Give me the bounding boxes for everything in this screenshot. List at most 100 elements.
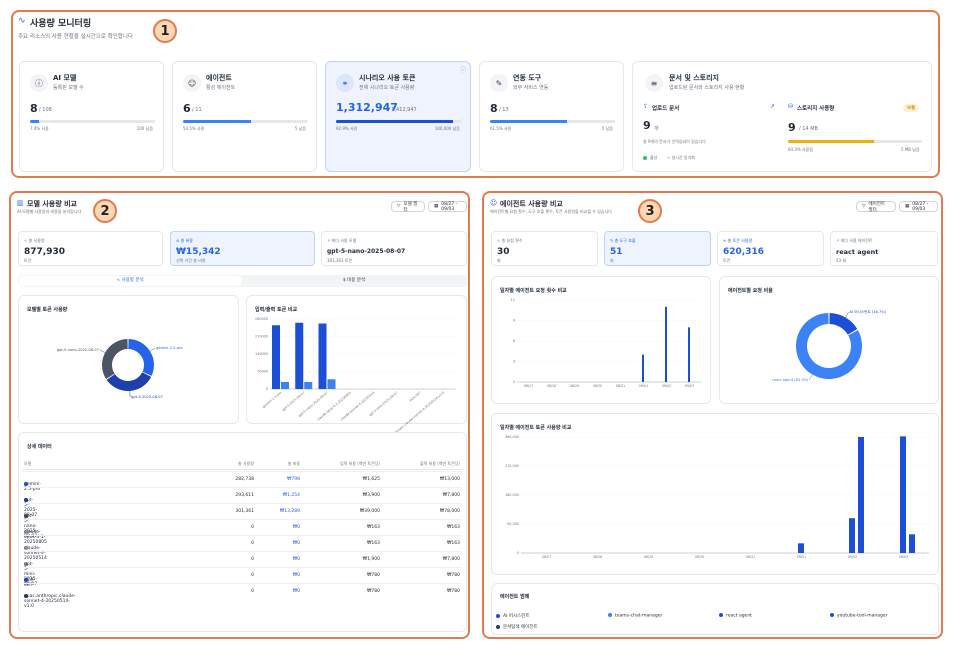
stat-label: ↗ 최다 사용 모델 [327,238,357,243]
cell-output-cost: ₩780 [446,589,460,594]
storage-left: 64.3% 사용됨 [788,147,814,152]
cell-input-cost: ₩163 [366,525,380,530]
usage-bar [183,120,308,123]
table-row[interactable]: apac.anthropic.claude-sonnet-4-20250514-… [22,583,462,609]
x-tick: 09/01 [797,555,806,559]
bot-icon: ☺ [183,74,201,92]
trend-icon: ↗ [770,103,776,110]
stat-unit: 토큰 [723,258,731,263]
storage-right: 5 MB 남음 [901,147,920,152]
calendar-icon: ▦ [434,204,439,209]
x-tick: 09/03 [899,555,908,559]
cell-input-cost: ₩3,900 [362,493,380,498]
card-title: AI 모델 [53,74,77,82]
summary-card-scenario-tokens[interactable]: ⚭ ⓘ 시나리오 사용 토큰 전체 시나리오 토큰 사용량 1,312,947 … [325,61,471,172]
x-tick: 08/30 [695,555,704,559]
y-tick: 0 [513,380,515,384]
table-row[interactable]: HCX-007 0 ₩0 ₩780 ₩780 [22,567,462,588]
legend-title: 에이전트 범례 [500,594,530,600]
legend-item[interactable]: react agent [719,613,752,619]
x-tick: 08/30 [593,384,602,388]
x-tick: 09/03 [685,384,694,388]
summary-card-agent[interactable]: ☺ 에이전트 활성 에이전트 6 / 11 54.5% 사용 5 남음 [172,61,317,172]
cell-cost: ₩0 [292,557,300,562]
usage-bar [490,120,615,123]
legend-item[interactable]: AI 어시스턴트 [496,613,530,619]
card-subtitle: 외부 서비스 연동 [513,85,549,91]
x-tick: HCX-007 [409,391,422,403]
cell-cost: ₩798 [286,477,300,482]
table-row[interactable]: claude-sonnet-4-20250514 0 ₩0 ₩163 ₩163 [22,535,462,561]
y-tick: 360,000 [505,435,519,439]
summary-card-tools[interactable]: ✎ 연동 도구 외부 서비스 연동 8 / 13 61.5% 사용 5 남음 [479,61,624,172]
table-row[interactable]: gemini-2.5-pro 282,738 ₩798 ₩1,625 ₩13,0… [22,471,462,492]
card-total: / 1,412,947 [388,107,417,113]
model-donut-chart: gemini-2.5-pro gpt-5-2025-08-07 gpt-5-nano… [57,339,183,399]
x-tick: 08/28 [593,555,602,559]
upload-value: 9 [643,119,651,132]
cell-input-cost: ₩1,625 [362,477,380,482]
storage-icon: ⛁ [788,103,794,110]
y-tick: 6 [513,339,515,343]
stat-value: gpt-5-nano-2025-08-07 [327,248,406,255]
stat-value: 877,930 [24,247,65,257]
x-tick: 08/27 [542,555,551,559]
model-filter-button[interactable]: ▽ 모델 필터 [391,201,425,213]
table-row[interactable]: gpt-5-mini-2025-08-07 0 ₩0 ₩1,900 ₩7,800 [22,551,462,587]
bar [318,323,327,389]
model-bar-chart: 0 70000 140000 210000 280000 gemini-2.5-pro gp… [255,317,456,443]
stat-unit: 회 [610,258,614,263]
slice-label: gpt-5-nano-2025-08-07 [57,348,99,352]
stat-tool-calls: ✎ 총 도구 호출 51 회 [604,231,711,266]
summary-card-ai-model[interactable]: ⓘ AI 모델 등록된 모델 수 8 / 108 7.4% 사용 100 남음 [19,61,164,172]
card-value: 8 [490,102,498,115]
card-total: / 108 [39,107,52,113]
agent-legend-card: 에이전트 범례 [491,583,939,635]
table-row[interactable]: gpt-5-2025-08-07 293,611 ₩1,254 ₩3,900 ₩… [22,487,462,518]
x-tick: gpt-5-2025-08-07 [281,391,305,412]
model-section-subtitle: AI 모델별 사용량과 비용을 분석합니다 [17,209,82,214]
tab-cost-analysis[interactable]: $ 비용 분석 [243,276,465,286]
model-date-button[interactable]: ▦ 08/27 - 09/03 [428,201,467,212]
y-tick: 0 [266,387,268,391]
legend-swatch [608,613,612,617]
cell-output-cost: ₩78,000 [439,509,460,514]
card-value: 8 [30,102,38,115]
agent-date-button[interactable]: ▦ 08/27 - 09/03 [899,201,938,212]
table-row[interactable]: claude-opus-4-1-20250805 0 ₩0 ₩163 ₩163 [22,519,462,545]
usage-right: 100 남음 [136,126,153,131]
legend-item[interactable]: 문서탐색 에이전트 [496,624,538,630]
sync-status: ∿ 실시간 동기화 [667,155,695,160]
cell-usage: 0 [251,525,254,530]
agent-filter-button[interactable]: ▽ 에이전트 필터 [856,201,896,213]
stat-total-usage: ∿ 총 사용량 877,930 토큰 [18,231,163,266]
table-row[interactable]: gpt-5-nano-2025-08-07 301,361 ₩13,289 ₩3… [22,503,462,539]
y-tick: 12 [511,298,515,302]
card-total: / 11 [192,107,202,113]
chart-icon: ▥ [17,199,24,207]
bar [665,306,667,382]
y-tick: 210000 [255,335,268,339]
x-tick: 08/27 [524,384,533,388]
cell-output-cost: ₩780 [446,573,460,578]
legend-item[interactable]: teams-chat-manager [608,613,662,619]
y-tick: 280000 [255,317,268,321]
y-tick: 3 [513,360,515,364]
legend-item[interactable]: youtube-tool-manager [830,613,888,619]
y-tick: 90,000 [507,522,519,526]
tab-usage-analysis[interactable]: ∿ 사용량 분석 [19,276,241,286]
status-badge: 보통 [903,104,920,112]
bar [281,382,289,389]
cell-usage: 0 [251,557,254,562]
cell-cost: ₩1,254 [282,493,300,498]
cell-input-cost: ₩1,900 [362,557,380,562]
summary-card-storage[interactable]: ≡ 문서 및 스토리지 업로드된 문서와 스토리지 사용 현황 ⇪ 업로드 문서… [632,61,932,172]
x-tick: 09/02 [848,555,857,559]
info-circle-icon[interactable]: ⓘ [460,65,466,74]
slice-leader [149,347,156,352]
stat-label: ↗ 최다 사용 에이전트 [836,238,873,243]
table-header: 모델 총 사용량 총 비용 입력 비용 (백만 토큰당) 출력 비용 (백만 토… [22,458,462,470]
col-input-cost: 입력 비용 (백만 토큰당) [339,461,380,466]
storage-title: 스토리지 사용량 [797,106,835,112]
stat-label: ⊘ 총 비용 [176,238,193,243]
